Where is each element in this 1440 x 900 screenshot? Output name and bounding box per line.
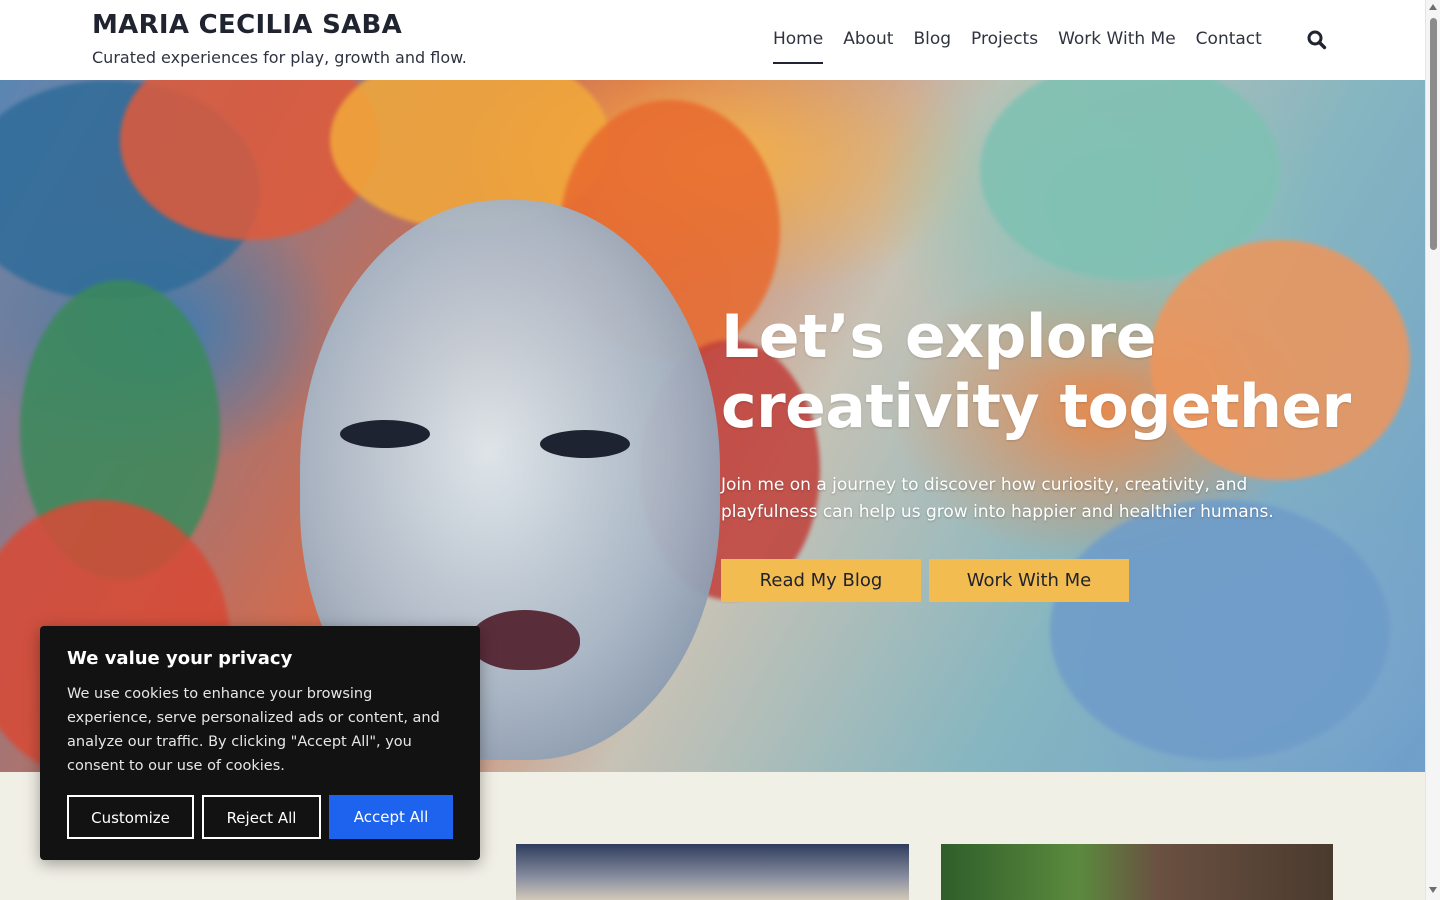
page-scrollbar[interactable] xyxy=(1425,0,1440,900)
hero-title-line-2: creativity together xyxy=(721,372,1351,442)
scroll-down-icon[interactable] xyxy=(1429,887,1437,893)
nav-item-blog[interactable]: Blog xyxy=(913,0,951,80)
site-branding: MARIA CECILIA SABA Curated experiences f… xyxy=(92,10,467,68)
nav-item-about[interactable]: About xyxy=(843,0,893,80)
site-title[interactable]: MARIA CECILIA SABA xyxy=(92,10,467,40)
cookie-text: We use cookies to enhance your browsing … xyxy=(67,686,440,774)
hero-subtitle: Join me on a journey to discover how cur… xyxy=(721,475,1274,522)
search-icon[interactable] xyxy=(1305,28,1329,52)
accept-all-button[interactable]: Accept All xyxy=(329,795,453,839)
nav-item-contact[interactable]: Contact xyxy=(1196,0,1262,80)
cookie-title: We value your privacy xyxy=(67,648,293,669)
nav-item-home[interactable]: Home xyxy=(773,0,824,80)
site-tagline: Curated experiences for play, growth and… xyxy=(92,48,467,67)
scrollbar-thumb[interactable] xyxy=(1430,18,1437,250)
nav-item-work-with-me[interactable]: Work With Me xyxy=(1058,0,1176,80)
work-with-me-button[interactable]: Work With Me xyxy=(929,559,1129,602)
read-my-blog-button[interactable]: Read My Blog xyxy=(721,559,921,602)
reject-all-button[interactable]: Reject All xyxy=(202,795,321,839)
scroll-up-icon[interactable] xyxy=(1429,4,1437,10)
featured-card-image[interactable] xyxy=(516,844,909,900)
hero-title: Let’s explore creativity together xyxy=(721,302,1361,442)
featured-card-image[interactable] xyxy=(941,844,1333,900)
cookie-consent-banner: We value your privacy We use cookies to … xyxy=(40,626,480,860)
customize-button[interactable]: Customize xyxy=(67,795,194,839)
site-header: MARIA CECILIA SABA Curated experiences f… xyxy=(0,0,1425,80)
hero-title-line-1: Let’s explore xyxy=(721,302,1156,372)
nav-item-projects[interactable]: Projects xyxy=(971,0,1038,80)
main-navigation: Home About Blog Projects Work With Me Co… xyxy=(773,0,1282,80)
